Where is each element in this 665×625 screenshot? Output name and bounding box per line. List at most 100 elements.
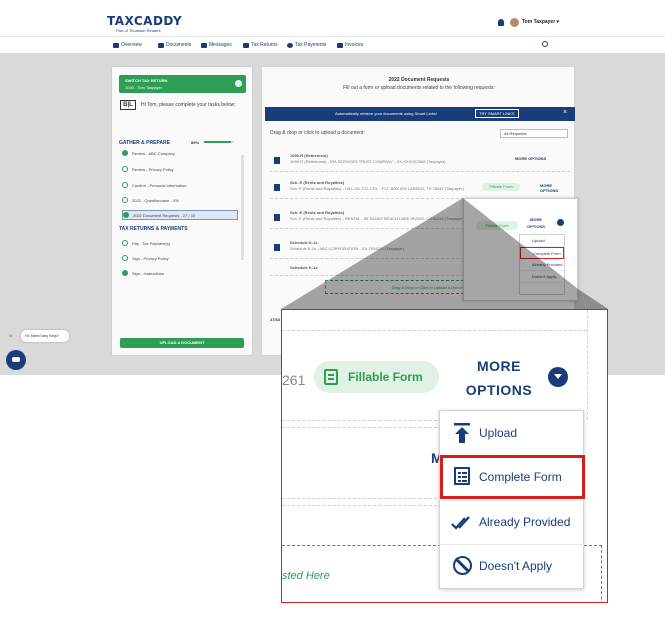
- task-label: Confirm - Personal Information: [132, 182, 187, 188]
- close-icon[interactable]: ×: [563, 109, 567, 116]
- app-logo[interactable]: TAXCADDY: [107, 14, 182, 28]
- documents-icon: [158, 42, 164, 48]
- tax-returns-icon: [243, 42, 249, 48]
- task-item[interactable]: Sign - Instructions: [122, 268, 238, 278]
- menu-item-doesnt-apply[interactable]: Doesn't Apply: [520, 271, 564, 283]
- task-label: Sign - Privacy Policy: [132, 255, 169, 261]
- circle-icon: [122, 166, 128, 172]
- fillable-form-badge[interactable]: Fillable Form: [482, 183, 520, 191]
- switch-subtitle: 1040 - Tom Taxpayer: [125, 85, 163, 90]
- zoomed-options-panel: 261 Fillable Form MORE OPTIONS M sted He…: [281, 309, 608, 603]
- smart-links-text: Automatically retrieve your documents us…: [335, 111, 437, 116]
- nav-label: Overview: [121, 42, 142, 48]
- row-address-fragment: 261: [282, 372, 306, 388]
- task-item[interactable]: Confirm - Personal Information: [122, 180, 238, 190]
- menu-item-already-provided[interactable]: Already Provided: [520, 259, 564, 271]
- avatar[interactable]: [510, 18, 519, 27]
- request-filter-select[interactable]: All Requests: [500, 129, 568, 138]
- fillable-form-badge[interactable]: Fillable Form: [476, 221, 518, 230]
- document-row[interactable]: 1099-R (Retirement) 1099-R (Retirement) …: [270, 150, 570, 172]
- try-smart-links-button[interactable]: TRY SMART LINKS: [475, 109, 519, 118]
- task-item[interactable]: Pay - Tax Payment(s): [122, 238, 238, 248]
- request-count: 27/33: [270, 317, 281, 322]
- search-icon[interactable]: [542, 41, 548, 47]
- user-menu[interactable]: Tom Taxpayer ▾: [522, 19, 559, 25]
- more-options-menu: Upload Complete Form Already Provided Do…: [439, 410, 585, 589]
- more-options-line2: OPTIONS: [465, 382, 533, 398]
- divider: [282, 498, 442, 499]
- check-circle-icon: [122, 270, 128, 276]
- chat-bubble[interactable]: Hi. Need any help?: [21, 330, 69, 342]
- returns-heading[interactable]: TAX RETURNS & PAYMENTS: [119, 226, 188, 232]
- task-item[interactable]: 2022 - Questionnaire - 0%: [122, 195, 238, 205]
- gather-heading[interactable]: GATHER & PREPARE: [119, 140, 170, 146]
- form-icon: [324, 369, 338, 385]
- nav-documents[interactable]: Documents: [158, 42, 191, 48]
- chevron-down-icon[interactable]: [557, 219, 564, 226]
- circle-icon: [122, 255, 128, 261]
- more-options-button[interactable]: MORE OPTIONS: [527, 216, 545, 230]
- document-row[interactable]: Sch. E (Rents and Royalties) Sch. E (Ren…: [270, 177, 570, 199]
- task-label: 2022 Document Requests - 27 / 33: [133, 212, 196, 218]
- circle-icon: [122, 240, 128, 246]
- nav-label: Tax Payments: [295, 42, 327, 48]
- task-scrollbar[interactable]: [241, 155, 244, 260]
- nav-label: Documents: [166, 42, 192, 48]
- invoice-icon: [337, 42, 343, 48]
- menu-item-upload[interactable]: Upload: [440, 411, 585, 455]
- upload-document-button[interactable]: UPLOAD A DOCUMENT: [120, 338, 244, 348]
- upload-icon[interactable]: [274, 157, 280, 164]
- dropzone-text-fragment: sted Here: [282, 570, 330, 582]
- task-item[interactable]: Review - Privacy Policy: [122, 164, 238, 174]
- menu-item-complete-form[interactable]: Complete Form: [520, 247, 564, 259]
- nav-overview[interactable]: Overview: [113, 42, 142, 48]
- file-icon[interactable]: [274, 214, 280, 221]
- task-label: Pay - Tax Payment(s): [132, 240, 171, 246]
- menu-item-upload[interactable]: Upload: [520, 235, 564, 247]
- progress-fill: [204, 141, 231, 143]
- nav-tax-returns[interactable]: Tax Returns: [243, 42, 278, 48]
- chat-close-icon[interactable]: ×: [9, 334, 13, 340]
- divider: [282, 427, 442, 428]
- task-label: Sign - Instructions: [132, 270, 165, 276]
- task-item[interactable]: Sign - Privacy Policy: [122, 253, 238, 263]
- fillable-form-badge[interactable]: Fillable Form: [314, 361, 439, 393]
- document-description: Schedule K-1s - ABC CORPORATION - XX-765…: [290, 246, 404, 251]
- nav-invoices[interactable]: Invoices: [337, 42, 363, 48]
- task-item[interactable]: Review - ABC Company: [122, 148, 238, 158]
- mini-options-menu: Upload Complete Form Already Provided Do…: [519, 234, 565, 295]
- more-options-button[interactable]: MORE OPTIONS: [515, 156, 546, 161]
- check-circle-icon: [123, 212, 129, 218]
- nav-tax-payments[interactable]: Tax Payments: [287, 42, 326, 48]
- menu-item-already-provided[interactable]: Already Provided: [440, 500, 585, 544]
- smart-links-banner: Automatically retrieve your documents us…: [265, 107, 575, 121]
- more-options-button[interactable]: MORE OPTIONS: [454, 354, 544, 402]
- menu-label: Doesn't Apply: [479, 559, 553, 573]
- nav-messages[interactable]: Messages: [201, 42, 232, 48]
- bell-icon[interactable]: [498, 19, 504, 26]
- document-name: Sch. E (Rents and Royalties): [290, 180, 345, 185]
- circle-icon: [122, 182, 128, 188]
- document-name: Schedule K-1s: [290, 265, 318, 270]
- nav-label: Invoices: [345, 42, 364, 48]
- menu-item-doesnt-apply[interactable]: Doesn't Apply: [440, 544, 585, 588]
- chevron-down-icon[interactable]: [548, 367, 568, 387]
- chat-button[interactable]: [6, 350, 26, 370]
- document-description: Sch. E (Rents and Royalties) - RENTAL - …: [290, 216, 464, 221]
- main-nav: Overview Documents Messages Tax Returns …: [0, 37, 665, 54]
- file-icon[interactable]: [274, 184, 280, 191]
- screenshot-stage: TAXCADDY Part of Thomson Reuters Tom Tax…: [0, 0, 665, 625]
- close-icon[interactable]: [235, 80, 242, 87]
- more-options-button[interactable]: MORE OPTIONS: [540, 183, 570, 193]
- switch-tax-return-button[interactable]: SWITCH TAX RETURN 1040 - Tom Taxpayer: [119, 75, 246, 93]
- upload-icon[interactable]: [274, 244, 280, 251]
- menu-label: Already Provided: [479, 515, 571, 529]
- task-item-active[interactable]: 2022 Document Requests - 27 / 33: [122, 210, 238, 220]
- logo-subtitle: Part of Thomson Reuters: [116, 28, 161, 33]
- document-name: Sch. E (Rents and Royalties): [290, 210, 345, 215]
- divider: [282, 330, 587, 331]
- highlight-box: [440, 455, 585, 499]
- document-description: 1099-R (Retirement) - IRA SERVICES TRUST…: [290, 159, 446, 164]
- messages-icon: [201, 42, 207, 48]
- circle-icon: [122, 197, 128, 203]
